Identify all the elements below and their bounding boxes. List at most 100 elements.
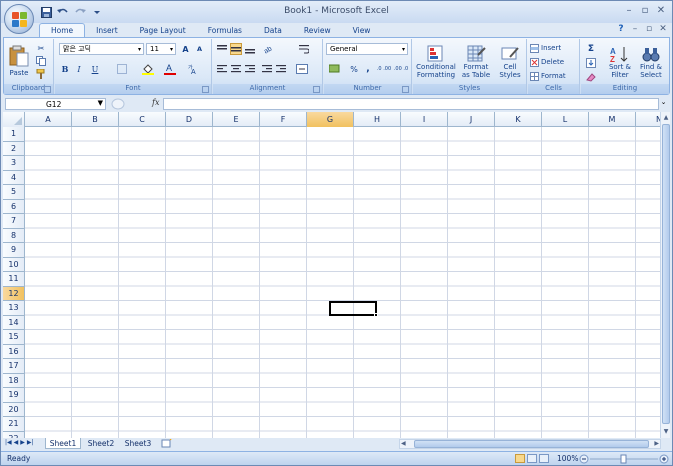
zoom-slider[interactable] — [579, 454, 669, 464]
row-header-19[interactable]: 19 — [3, 388, 25, 403]
scroll-right-icon[interactable]: ▶ — [654, 440, 659, 447]
column-header-i[interactable]: I — [401, 112, 448, 127]
percent-button[interactable]: % — [348, 63, 360, 75]
accounting-format-icon[interactable] — [327, 63, 343, 75]
tab-formulas[interactable]: Formulas — [197, 23, 253, 37]
fill-icon[interactable] — [585, 57, 597, 69]
close-button[interactable]: ✕ — [654, 3, 668, 17]
column-header-e[interactable]: E — [213, 112, 260, 127]
workbook-restore-button[interactable]: ▫ — [644, 24, 654, 34]
decrease-decimal-button[interactable]: .00 .0 — [393, 63, 409, 75]
column-header-k[interactable]: K — [495, 112, 542, 127]
horizontal-scroll-thumb[interactable] — [414, 440, 649, 448]
row-header-1[interactable]: 1 — [3, 127, 25, 142]
formula-input[interactable] — [163, 98, 659, 110]
tab-data[interactable]: Data — [253, 23, 293, 37]
format-cells-button[interactable]: Format — [530, 70, 578, 82]
clear-icon[interactable] — [585, 71, 597, 83]
bold-button[interactable]: B — [59, 63, 71, 75]
column-header-h[interactable]: H — [354, 112, 401, 127]
workbook-minimize-button[interactable]: – — [630, 24, 640, 34]
row-header-9[interactable]: 9 — [3, 243, 25, 258]
column-header-n[interactable]: N — [636, 112, 660, 127]
number-format-select[interactable]: General ▾ — [326, 43, 408, 55]
name-box[interactable]: G12 ▼ — [5, 98, 106, 110]
decrease-indent-icon[interactable] — [261, 63, 273, 75]
help-icon[interactable]: ? — [616, 24, 626, 34]
alignment-launcher-icon[interactable] — [313, 86, 320, 93]
format-as-table-button[interactable]: Format as Table — [459, 41, 493, 83]
cut-icon[interactable]: ✂ — [35, 42, 47, 54]
cell-area[interactable] — [25, 127, 660, 438]
insert-function-button[interactable]: fx — [152, 98, 159, 107]
align-top-icon[interactable] — [216, 43, 228, 55]
prev-sheet-icon[interactable]: ◀ — [14, 439, 19, 446]
align-center-icon[interactable] — [230, 63, 242, 75]
column-header-l[interactable]: L — [542, 112, 589, 127]
row-header-11[interactable]: 11 — [3, 272, 25, 287]
row-header-6[interactable]: 6 — [3, 199, 25, 214]
tab-view[interactable]: View — [342, 23, 382, 37]
fill-handle[interactable] — [374, 313, 378, 317]
comma-button[interactable]: , — [362, 63, 374, 75]
insert-cells-button[interactable]: Insert — [530, 42, 578, 54]
copy-icon[interactable] — [35, 55, 47, 67]
number-launcher-icon[interactable] — [402, 86, 409, 93]
fill-color-icon[interactable] — [139, 63, 157, 75]
sort-filter-button[interactable]: AZ Sort & Filter — [605, 41, 635, 83]
scroll-up-icon[interactable]: ▲ — [661, 113, 671, 123]
insert-sheet-icon[interactable] — [158, 438, 176, 449]
delete-cells-button[interactable]: Delete — [530, 56, 578, 68]
next-sheet-icon[interactable]: ▶ — [20, 439, 25, 446]
row-header-5[interactable]: 5 — [3, 185, 25, 200]
align-bottom-icon[interactable] — [244, 43, 256, 55]
row-header-8[interactable]: 8 — [3, 228, 25, 243]
vertical-scrollbar[interactable]: ▲ ▼ — [660, 112, 670, 438]
column-header-b[interactable]: B — [72, 112, 119, 127]
column-header-j[interactable]: J — [448, 112, 495, 127]
row-header-10[interactable]: 10 — [3, 257, 25, 272]
column-header-f[interactable]: F — [260, 112, 307, 127]
merge-center-icon[interactable] — [293, 63, 311, 75]
horizontal-scrollbar[interactable]: ◀ ▶ — [399, 439, 661, 449]
format-painter-icon[interactable] — [35, 68, 47, 80]
sheet-tab-sheet3[interactable]: Sheet3 — [120, 438, 156, 449]
font-color-icon[interactable]: A — [161, 63, 179, 75]
find-select-button[interactable]: Find & Select — [636, 41, 666, 83]
paste-button[interactable]: Paste — [7, 41, 31, 81]
restore-button[interactable]: ▫ — [638, 3, 652, 17]
row-header-3[interactable]: 3 — [3, 156, 25, 171]
underline-button[interactable]: U — [87, 63, 103, 75]
active-cell[interactable] — [329, 301, 378, 317]
cell-styles-button[interactable]: Cell Styles — [495, 41, 525, 83]
wrap-text-icon[interactable] — [298, 43, 310, 55]
increase-indent-icon[interactable] — [275, 63, 287, 75]
font-name-select[interactable]: 맑은 고딕 ▾ — [59, 43, 144, 55]
first-sheet-icon[interactable]: |◀ — [5, 439, 12, 446]
autosum-icon[interactable]: Σ — [585, 43, 597, 55]
align-middle-icon[interactable] — [230, 43, 242, 55]
sheet-tab-sheet2[interactable]: Sheet2 — [83, 438, 119, 449]
font-size-select[interactable]: 11 ▾ — [146, 43, 176, 55]
tab-insert[interactable]: Insert — [85, 23, 129, 37]
increase-decimal-button[interactable]: .0 .00 — [376, 63, 392, 75]
column-header-d[interactable]: D — [166, 112, 213, 127]
scroll-down-icon[interactable]: ▼ — [661, 427, 671, 437]
row-header-21[interactable]: 21 — [3, 417, 25, 432]
page-layout-view-icon[interactable] — [527, 454, 537, 463]
row-header-4[interactable]: 4 — [3, 170, 25, 185]
row-header-2[interactable]: 2 — [3, 141, 25, 156]
phonetic-icon[interactable]: 가A — [187, 63, 201, 75]
conditional-formatting-button[interactable]: Conditional Formatting — [415, 41, 457, 83]
column-header-m[interactable]: M — [589, 112, 636, 127]
column-header-a[interactable]: A — [25, 112, 72, 127]
orientation-icon[interactable]: ab — [261, 43, 279, 55]
expand-formula-bar-icon[interactable]: ⌄ — [659, 98, 668, 110]
tab-page-layout[interactable]: Page Layout — [129, 23, 197, 37]
vertical-scroll-thumb[interactable] — [662, 124, 670, 424]
zoom-level[interactable]: 100% — [557, 454, 578, 463]
last-sheet-icon[interactable]: ▶| — [27, 439, 34, 446]
select-all-button[interactable] — [3, 112, 25, 127]
shrink-font-button[interactable]: A — [193, 43, 206, 55]
row-header-17[interactable]: 17 — [3, 359, 25, 374]
